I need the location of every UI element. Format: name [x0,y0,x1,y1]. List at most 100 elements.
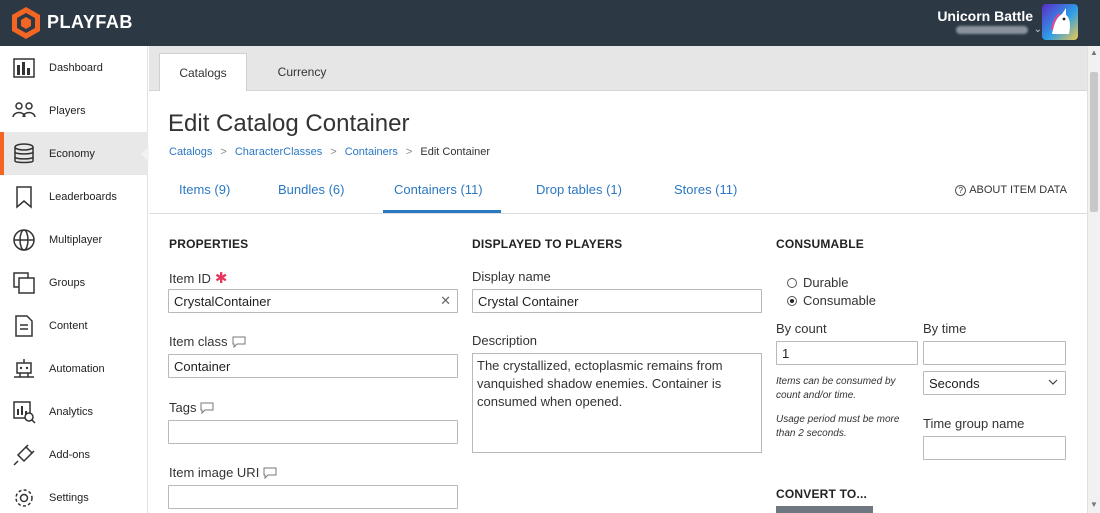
item-id-label-text: Item ID [169,270,211,286]
radio-durable[interactable]: Durable [787,275,849,290]
radio-consumable-label: Consumable [803,293,876,308]
sidebar-item-players[interactable]: Players [0,89,148,132]
studio-name[interactable]: Unicorn Battle [937,8,1033,24]
sidebar-item-label: Content [49,319,88,332]
sidebar-item-analytics[interactable]: Analytics [0,390,148,433]
sidebar-item-groups[interactable]: Groups [0,261,148,304]
by-count-label: By count [776,321,827,336]
by-time-field[interactable] [923,341,1066,365]
bar-chart-icon [13,57,35,78]
help-circle-icon: ? [955,185,967,196]
item-image-uri-label: Item image URI [169,465,277,480]
sidebar-item-multiplayer[interactable]: Multiplayer [0,218,148,261]
breadcrumb: Catalogs > CharacterClasses > Containers… [169,146,490,158]
breadcrumb-characterclasses[interactable]: CharacterClasses [235,146,322,158]
sidebar-item-leaderboards[interactable]: Leaderboards [0,175,148,218]
item-class-field[interactable]: Container [168,354,458,378]
comment-icon[interactable] [200,402,214,414]
sidebar-item-label: Economy [49,147,95,160]
tab-items[interactable]: Items (9) [179,182,230,197]
tab-containers[interactable]: Containers (11) [394,182,483,197]
sidebar: Dashboard Players Economy Leaderboards M… [0,46,149,513]
sidebar-item-add-ons[interactable]: Add-ons [0,433,148,476]
item-id-value: CrystalContainer [174,294,271,309]
sidebar-item-label: Leaderboards [49,190,117,203]
main-content: Catalogs Currency Edit Catalog Container… [149,46,1087,513]
about-item-data-label: ABOUT ITEM DATA [969,184,1067,196]
people-icon [12,101,36,117]
sidebar-item-label: Dashboard [49,61,103,74]
top-bar: PLAYFAB Unicorn Battle ⌄ [0,0,1100,46]
coin-stack-icon [14,142,34,163]
unicorn-icon [1051,8,1070,34]
analytics-icon [13,400,36,424]
displayed-heading: DISPLAYED TO PLAYERS [472,237,623,251]
time-group-field[interactable] [923,436,1066,460]
breadcrumb-catalogs[interactable]: Catalogs [169,146,212,158]
time-group-label: Time group name [923,416,1025,431]
active-tab-indicator [383,210,501,213]
scrollbar[interactable]: ▲ ▼ [1087,46,1100,513]
plug-icon [13,443,35,466]
tab-catalogs[interactable]: Catalogs [159,53,247,91]
comment-icon[interactable] [263,467,277,479]
convert-button[interactable] [776,506,873,513]
tab-bundles[interactable]: Bundles (6) [278,182,344,197]
description-label: Description [472,333,538,348]
item-class-label-text: Item class [169,334,228,349]
radio-durable-label: Durable [803,275,849,290]
properties-heading: PROPERTIES [169,237,249,251]
page-title: Edit Catalog Container [168,110,410,137]
breadcrumb-separator: > [405,146,413,158]
sidebar-item-label: Multiplayer [49,233,103,246]
sub-tabs: Items (9) Bundles (6) Containers (11) Dr… [149,172,1087,214]
item-image-uri-label-text: Item image URI [169,465,260,480]
top-tabs: Catalogs Currency [149,46,1087,91]
breadcrumb-separator: > [220,146,227,158]
document-icon [15,314,33,337]
scroll-down-icon[interactable]: ▼ [1090,500,1098,510]
item-image-uri-field[interactable] [168,485,458,509]
scroll-up-icon[interactable]: ▲ [1090,48,1098,58]
consume-note: Items can be consumed by count and/or ti… [776,376,896,401]
brand-name[interactable]: PLAYFAB [47,12,133,33]
consumable-heading: CONSUMABLE [776,237,864,251]
avatar[interactable] [1042,4,1078,40]
required-asterisk-icon: ✱ [214,270,228,287]
radio-circle[interactable] [787,277,797,288]
sidebar-item-label: Add-ons [49,448,90,461]
description-field[interactable]: The crystallized, ectoplasmic remains fr… [472,353,762,453]
comment-icon[interactable] [232,336,246,348]
breadcrumb-separator: > [330,146,337,158]
tags-label-text: Tags [169,400,197,415]
item-id-field[interactable]: CrystalContainer ✕ [168,289,458,313]
stacked-windows-icon [13,271,35,294]
tags-field[interactable] [168,420,458,444]
tab-stores[interactable]: Stores (11) [674,182,737,197]
chevron-down-icon[interactable]: ⌄ [1034,24,1042,35]
clear-icon[interactable]: ✕ [440,293,451,309]
time-unit-value: Seconds [929,376,980,391]
sidebar-item-dashboard[interactable]: Dashboard [0,46,148,89]
sidebar-item-content[interactable]: Content [0,304,148,347]
display-name-field[interactable]: Crystal Container [472,289,762,313]
radio-consumable[interactable]: Consumable [787,293,876,308]
by-count-field[interactable]: 1 [776,341,918,365]
convert-heading: CONVERT TO... [776,487,868,501]
time-unit-select[interactable]: Seconds [923,371,1066,395]
tab-drop-tables[interactable]: Drop tables (1) [536,182,622,197]
sidebar-item-automation[interactable]: Automation [0,347,148,390]
sidebar-item-economy[interactable]: Economy [0,132,149,175]
tags-label: Tags [169,400,214,415]
sidebar-item-label: Players [49,104,86,117]
breadcrumb-containers[interactable]: Containers [345,146,398,158]
tab-currency[interactable]: Currency [257,53,347,91]
display-name-label: Display name [472,269,551,284]
by-time-label: By time [923,321,967,336]
sidebar-item-settings[interactable]: Settings [0,476,148,513]
playfab-logo-icon[interactable] [10,6,42,40]
item-class-label: Item class [169,334,246,349]
about-item-data-link[interactable]: ? ABOUT ITEM DATA [955,184,1067,196]
scrollbar-thumb[interactable] [1090,72,1098,212]
radio-circle-selected[interactable] [787,295,797,306]
